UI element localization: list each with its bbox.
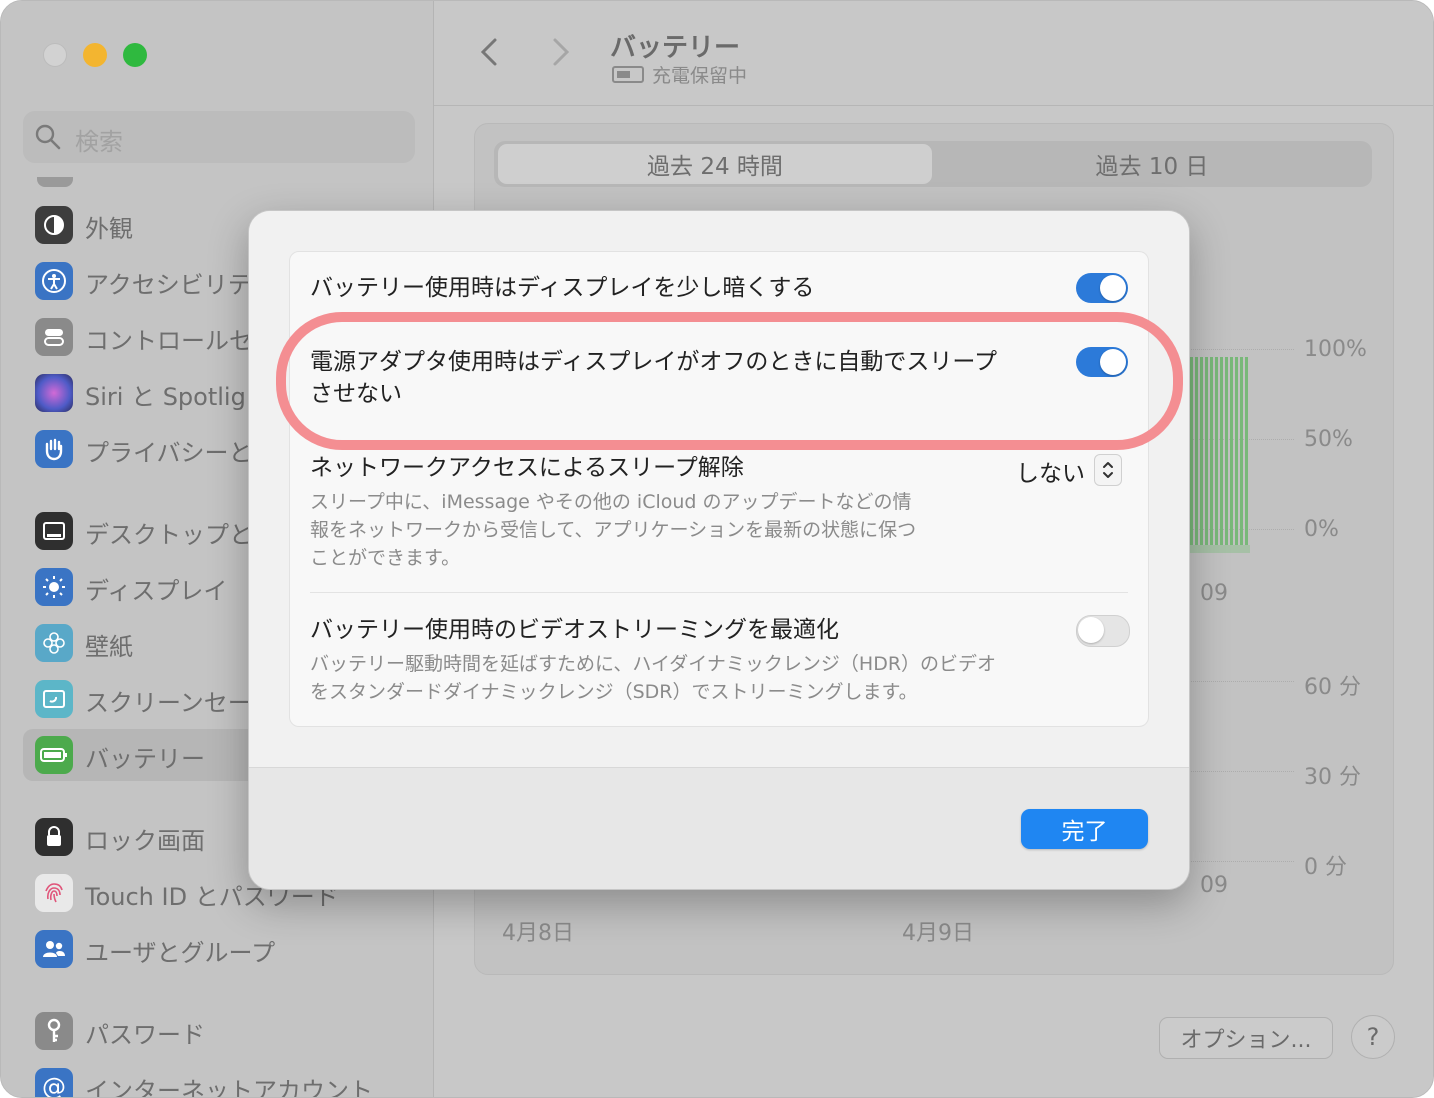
optimize-video-toggle[interactable] (1076, 615, 1130, 647)
dim-display-label: バッテリー使用時はディスプレイを少し暗くする (310, 275, 815, 301)
chevron-up-down-icon (1103, 462, 1113, 478)
highlight-annotation (276, 312, 1183, 450)
wake-network-desc-line2: 報をネットワークから受信して、アプリケーションを最新の状態に保つ (310, 519, 917, 541)
optimize-video-desc-line1: バッテリー駆動時間を延ばすために、ハイダイナミックレンジ（HDR）のビデオ (310, 653, 997, 675)
optimize-video-desc-line2: をスタンダードダイナミックレンジ（SDR）でストリーミングします。 (310, 681, 918, 703)
wake-network-desc-line3: ことができます。 (310, 547, 461, 569)
wake-network-stepper[interactable] (1094, 454, 1122, 486)
sheet-content: バッテリー使用時はディスプレイを少し暗くする 電源アダプタ使用時はディスプレイが… (249, 211, 1189, 767)
optimize-video-label: バッテリー使用時のビデオストリーミングを最適化 (310, 617, 839, 643)
wake-network-value[interactable]: しない (1016, 454, 1085, 488)
wake-network-label: ネットワークアクセスによるスリープ解除 (310, 455, 744, 481)
row-divider (310, 592, 1128, 593)
wake-network-desc-line1: スリープ中に、iMessage やその他の iCloud のアップデートなどの情 (310, 491, 912, 513)
done-button[interactable]: 完了 (1021, 809, 1148, 849)
toggle-knob (1078, 617, 1104, 643)
dim-display-toggle[interactable] (1076, 273, 1128, 303)
toggle-knob (1100, 275, 1126, 301)
